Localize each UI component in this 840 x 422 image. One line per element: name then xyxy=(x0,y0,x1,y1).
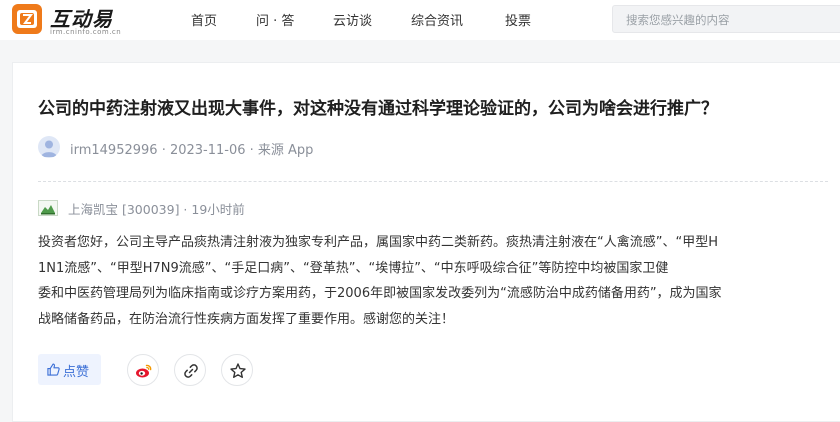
logo-subtext: irm.cninfo.com.cn xyxy=(50,28,122,36)
answer-text: 投资者您好，公司主导产品痰热清注射液为独家专利产品，属国家中药二类新药。痰热清注… xyxy=(38,230,831,332)
weibo-icon xyxy=(136,364,152,378)
favorite-button[interactable] xyxy=(221,354,253,386)
divider xyxy=(38,181,828,182)
nav-qa[interactable]: 问 · 答 xyxy=(256,10,294,29)
qa-card: 公司的中药注射液又出现大事件，对这种没有通过科学理论验证的，公司为啥会进行推广？… xyxy=(12,62,840,422)
search-input[interactable]: 搜索您感兴趣的内容 xyxy=(612,5,840,33)
site-logo[interactable]: 互动易 irm.cninfo.com.cn xyxy=(12,4,122,36)
asker-meta: irm14952996 · 2023-11-06 · 来源 App xyxy=(70,143,314,158)
star-icon xyxy=(230,363,246,378)
company-logo-icon[interactable] xyxy=(38,200,58,216)
answer-line: 投资者您好，公司主导产品痰热清注射液为独家专利产品，属国家中药二类新药。痰热清注… xyxy=(38,235,718,250)
nav-news[interactable]: 综合资讯 xyxy=(411,10,463,29)
answer-line: 1N1流感”、“甲型H7N9流感”、“手足口病”、“登革热”、“埃博拉”、“中东… xyxy=(38,260,669,276)
nav-vote[interactable]: 投票 xyxy=(505,10,531,29)
thumbs-up-icon xyxy=(47,363,60,376)
user-avatar-icon[interactable] xyxy=(38,136,60,158)
nav-interviews[interactable]: 云访谈 xyxy=(333,10,372,29)
like-label: 点赞 xyxy=(63,365,90,380)
copy-link-button[interactable] xyxy=(174,354,206,386)
search-placeholder: 搜索您感兴趣的内容 xyxy=(626,13,730,27)
logo-badge-icon xyxy=(12,4,42,34)
link-icon xyxy=(184,364,198,378)
nav-home[interactable]: 首页 xyxy=(191,10,217,29)
answer-meta[interactable]: 上海凯宝 [300039] · 19小时前 xyxy=(68,199,245,218)
question-title: 公司的中药注射液又出现大事件，对这种没有通过科学理论验证的，公司为啥会进行推广？ xyxy=(38,99,718,119)
top-header: 互动易 irm.cninfo.com.cn 首页 问 · 答 云访谈 综合资讯 … xyxy=(0,0,840,40)
like-button[interactable]: 点赞 xyxy=(38,354,101,385)
answer-line: 战略储备药品，在防治流行性疾病方面发挥了重要作用。感谢您的关注！ xyxy=(38,311,455,327)
answer-line: 委和中医药管理局列为临床指南或诊疗方案用药，于2006年即被国家发改委列为“流感… xyxy=(38,286,722,301)
share-weibo-button[interactable] xyxy=(127,354,159,386)
